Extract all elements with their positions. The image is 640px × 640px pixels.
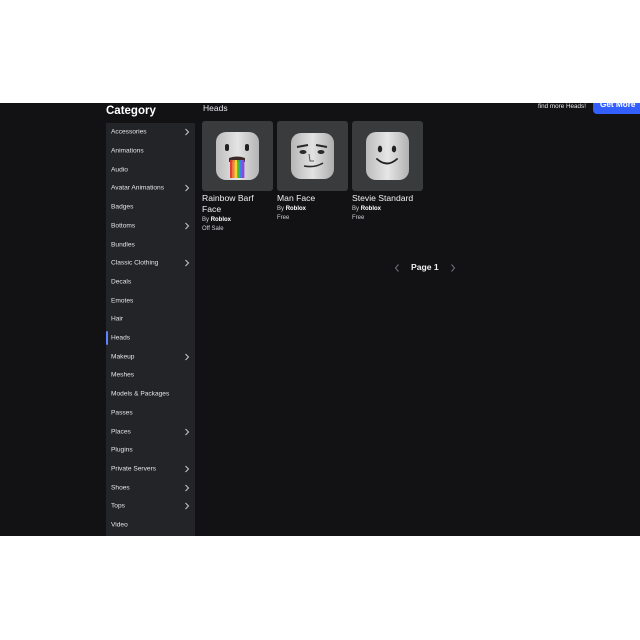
sidebar-item-label: Places	[111, 428, 131, 436]
find-more-text: find more Heads!	[538, 103, 586, 110]
item-card[interactable]: Stevie Standard By Roblox Free	[352, 121, 424, 222]
item-creator: By Roblox	[352, 205, 424, 214]
creator-link[interactable]: Roblox	[361, 206, 381, 212]
sidebar-item-label: Audio	[111, 166, 128, 174]
item-price: Free	[277, 215, 290, 221]
sidebar-item-label: Makeup	[111, 353, 135, 361]
chevron-right-icon	[185, 259, 190, 267]
active-indicator	[106, 330, 108, 346]
category-heading: Category	[106, 105, 156, 117]
by-prefix: By	[277, 206, 285, 212]
sidebar-item-accessories[interactable]: Accessories	[106, 123, 195, 142]
item-price: Free	[352, 215, 365, 221]
sidebar-item-label: Accessories	[111, 128, 147, 136]
item-thumbnail[interactable]	[202, 121, 273, 191]
sidebar-item-label: Badges	[111, 203, 134, 211]
sidebar-item-label: Bundles	[111, 241, 135, 249]
creator-link[interactable]: Roblox	[211, 217, 231, 223]
sidebar-item-label: Models & Packages	[111, 390, 170, 398]
sidebar-item-label: Classic Clothing	[111, 259, 159, 267]
item-card[interactable]: Rainbow Barf Face By Roblox Off Sale	[202, 121, 274, 233]
category-sidebar: Accessories Animations Audio Avatar Anim…	[106, 123, 195, 536]
sidebar-item-animations[interactable]: Animations	[106, 142, 195, 161]
sidebar-item-label: Animations	[111, 147, 144, 155]
item-name[interactable]: Stevie Standard	[352, 193, 424, 204]
sidebar-item-shoes[interactable]: Shoes	[106, 478, 195, 497]
catalog-screen: Category Accessories Animations Audio Av…	[0, 103, 640, 536]
chevron-right-icon	[185, 222, 190, 230]
page-label: Page 1	[411, 262, 439, 272]
sidebar-item-label: Passes	[111, 409, 133, 417]
rainbow-barf-face-icon	[216, 132, 259, 180]
sidebar-item-passes[interactable]: Passes	[106, 404, 195, 423]
sidebar-item-classic-clothing[interactable]: Classic Clothing	[106, 254, 195, 273]
man-face-icon	[291, 133, 334, 179]
sidebar-item-audio[interactable]: Audio	[106, 160, 195, 179]
sidebar-item-models-packages[interactable]: Models & Packages	[106, 385, 195, 404]
item-card[interactable]: Man Face By Roblox Free	[277, 121, 349, 222]
item-name[interactable]: Man Face	[277, 193, 349, 204]
sidebar-item-label: Video	[111, 521, 128, 529]
by-prefix: By	[352, 206, 360, 212]
chevron-right-icon	[185, 428, 190, 435]
chevron-right-icon	[185, 128, 190, 136]
sidebar-item-decals[interactable]: Decals	[106, 273, 195, 292]
sidebar-item-heads[interactable]: Heads	[106, 329, 195, 348]
chevron-left-icon[interactable]	[393, 263, 401, 273]
sidebar-item-label: Heads	[111, 334, 131, 342]
chevron-right-icon	[185, 185, 190, 192]
item-thumbnail[interactable]	[352, 121, 423, 191]
sidebar-item-badges[interactable]: Badges	[106, 198, 195, 217]
sidebar-item-label: Bottoms	[111, 222, 136, 230]
sidebar-item-private-servers[interactable]: Private Servers	[106, 460, 195, 479]
sidebar-item-bottoms[interactable]: Bottoms	[106, 217, 195, 236]
sidebar-item-label: Private Servers	[111, 465, 157, 473]
sidebar-item-bundles[interactable]: Bundles	[106, 235, 195, 254]
smile-face-icon	[366, 132, 409, 180]
item-creator: By Roblox	[277, 205, 349, 214]
chevron-right-icon	[185, 353, 190, 361]
sidebar-item-plugins[interactable]: Plugins	[106, 441, 195, 460]
sidebar-item-label: Avatar Animations	[111, 184, 165, 192]
chevron-right-icon[interactable]	[449, 263, 457, 273]
item-creator: By Roblox	[202, 216, 274, 225]
sidebar-item-avatar-animations[interactable]: Avatar Animations	[106, 179, 195, 198]
by-prefix: By	[202, 217, 210, 223]
pagination: Page 1	[393, 262, 465, 274]
sidebar-item-meshes[interactable]: Meshes	[106, 366, 195, 385]
sidebar-item-label: Emotes	[111, 297, 134, 305]
sidebar-item-makeup[interactable]: Makeup	[106, 347, 195, 366]
sidebar-item-tops[interactable]: Tops	[106, 497, 195, 516]
section-title: Heads	[203, 103, 228, 113]
sidebar-item-hair[interactable]: Hair	[106, 310, 195, 329]
sidebar-item-label: Hair	[111, 315, 124, 323]
sidebar-item-label: Meshes	[111, 371, 135, 379]
item-price: Off Sale	[202, 226, 224, 232]
sidebar-item-label: Tops	[111, 502, 125, 510]
sidebar-item-label: Shoes	[111, 484, 130, 492]
sidebar-item-label: Decals	[111, 278, 132, 286]
chevron-right-icon	[185, 465, 190, 473]
chevron-right-icon	[185, 484, 190, 491]
get-more-button[interactable]: Get More	[593, 103, 640, 114]
chevron-right-icon	[185, 502, 190, 510]
sidebar-item-video[interactable]: Video	[106, 516, 195, 535]
sidebar-item-places[interactable]: Places	[106, 422, 195, 441]
item-thumbnail[interactable]	[277, 121, 348, 191]
creator-link[interactable]: Roblox	[286, 206, 306, 212]
sidebar-item-label: Plugins	[111, 446, 133, 454]
item-name[interactable]: Rainbow Barf Face	[202, 193, 274, 215]
sidebar-item-emotes[interactable]: Emotes	[106, 291, 195, 310]
